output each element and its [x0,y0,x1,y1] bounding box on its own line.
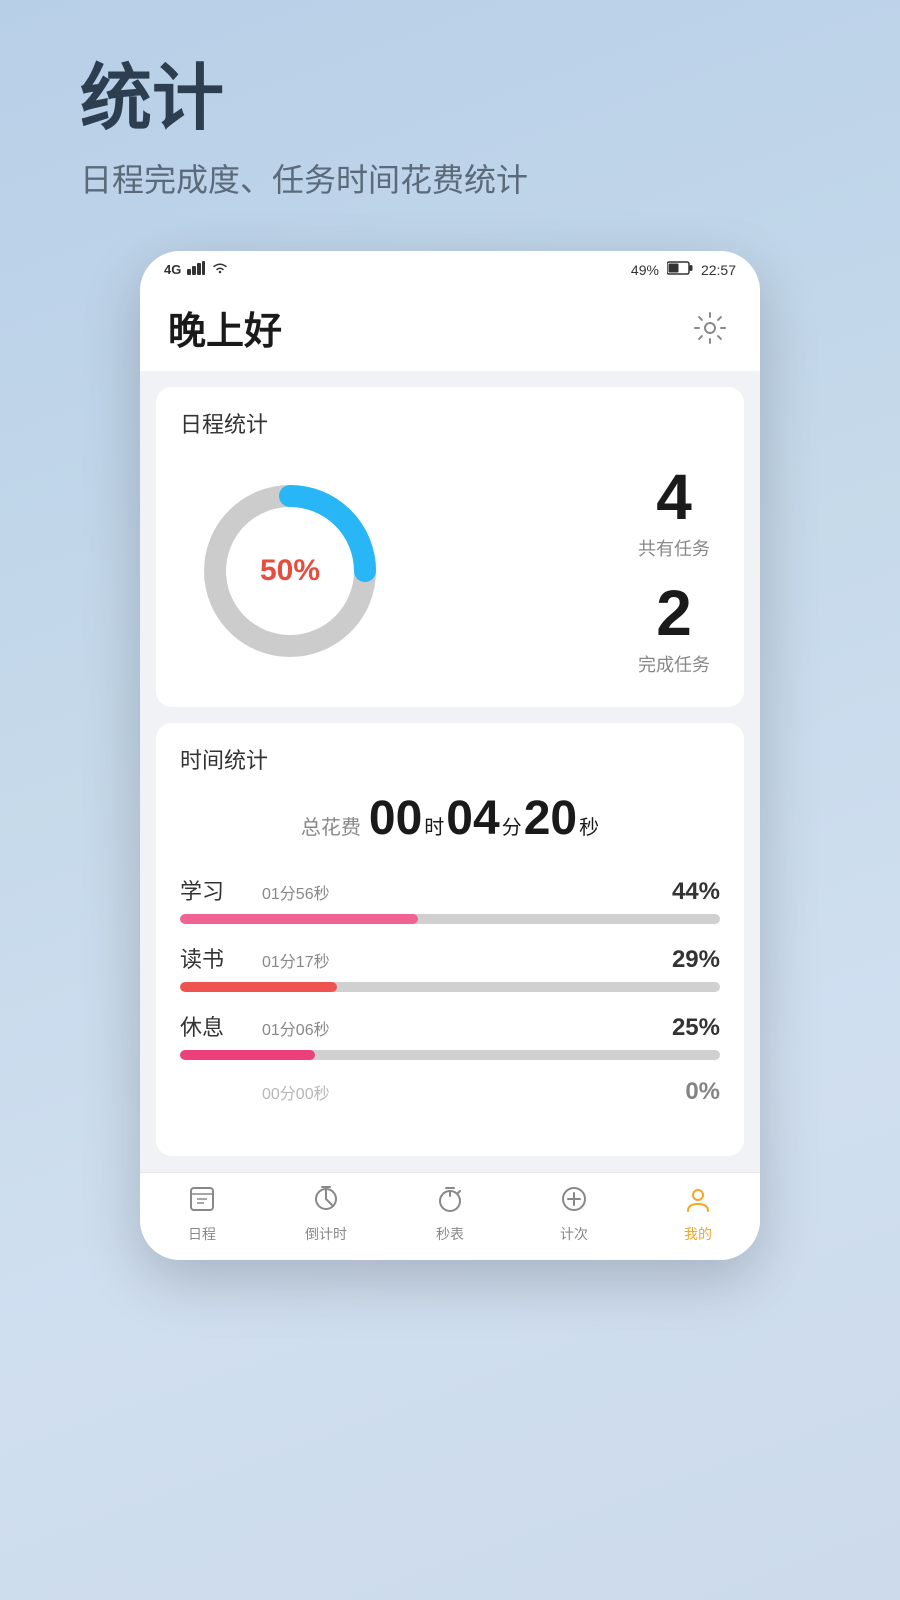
bg-sub-title: 日程完成度、任务时间花费统计 [80,155,820,201]
wifi-icon [211,261,229,278]
category-time-1: 01分17秒 [262,948,660,972]
app-header: 晚上好 [140,284,760,371]
total-tasks-number: 4 [638,465,710,529]
category-header-2: 休息 01分06秒 25% [180,1010,720,1042]
schedule-card-title: 日程统计 [180,407,720,439]
category-name-0: 学习 [180,874,250,906]
category-header-1: 读书 01分17秒 29% [180,942,720,974]
category-name-1: 读书 [180,942,250,974]
progress-fill-0 [180,914,418,924]
nav-item-stopwatch[interactable]: 秒表 [410,1185,490,1244]
progress-bg-2 [180,1050,720,1060]
category-row-1: 读书 01分17秒 29% [180,942,720,992]
battery-percentage: 49% [631,262,659,278]
completed-tasks-number: 2 [638,581,710,645]
stopwatch-nav-icon [436,1185,464,1220]
total-tasks-label: 共有任务 [638,535,710,561]
total-time: 总花费 00 时 04 分 20 秒 [180,791,720,846]
category-header-0: 学习 01分56秒 44% [180,874,720,906]
donut-chart: 50% [190,471,390,671]
stats-numbers: 4 共有任务 2 完成任务 [638,465,710,677]
schedule-stats: 50% 4 共有任务 2 完成任务 [180,455,720,687]
category-row-partial: 00分00秒 0% [180,1078,720,1118]
phone-frame: 4G 49% [140,251,760,1260]
nav-label-schedule: 日程 [188,1224,216,1244]
status-right: 49% 22:57 [631,261,736,278]
time-card-title: 时间统计 [180,743,720,775]
background-title-area: 统计 日程完成度、任务时间花费统计 [0,0,900,241]
time-card: 时间统计 总花费 00 时 04 分 20 秒 学习 01分56秒 44% [156,723,744,1156]
category-pct-2: 25% [672,1014,720,1042]
seconds-value: 20 [524,791,577,846]
nav-label-mine: 我的 [684,1224,712,1244]
category-time-2: 01分06秒 [262,1016,660,1040]
counter-nav-icon [560,1185,588,1220]
status-bar: 4G 49% [140,251,760,284]
nav-item-countdown[interactable]: 倒计时 [286,1185,366,1244]
mine-nav-icon [684,1185,712,1220]
category-pct-0: 44% [672,878,720,906]
bg-main-title: 统计 [80,60,820,139]
completed-tasks-label: 完成任务 [638,651,710,677]
completed-tasks-stat: 2 完成任务 [638,581,710,677]
time-display: 22:57 [701,262,736,278]
minutes-value: 04 [446,791,499,846]
total-tasks-stat: 4 共有任务 [638,465,710,561]
category-time-0: 01分56秒 [262,880,660,904]
schedule-card: 日程统计 50% 4 共有任务 [156,387,744,707]
greeting-text: 晚上好 [168,300,282,355]
category-pct-partial: 0% [685,1078,720,1106]
donut-percentage: 50% [260,554,320,588]
nav-item-counter[interactable]: 计次 [534,1185,614,1244]
nav-label-counter: 计次 [560,1224,588,1244]
content-area: 日程统计 50% 4 共有任务 [140,371,760,1172]
seconds-unit: 秒 [579,811,599,840]
nav-item-schedule[interactable]: 日程 [162,1185,242,1244]
category-time-partial: 00分00秒 [262,1080,673,1104]
total-label: 总花费 [301,811,361,840]
category-header-partial: 00分00秒 0% [180,1078,720,1106]
minutes-unit: 分 [502,811,522,840]
signal-bars-icon [187,261,205,278]
bottom-nav: 日程 倒计时 秒表 [140,1172,760,1260]
status-left: 4G [164,261,229,278]
hours-value: 00 [369,791,422,846]
category-row-0: 学习 01分56秒 44% [180,874,720,924]
settings-icon[interactable] [688,306,732,350]
hours-unit: 时 [424,811,444,840]
category-name-2: 休息 [180,1010,250,1042]
progress-bg-0 [180,914,720,924]
battery-icon [667,261,693,278]
countdown-nav-icon [312,1185,340,1220]
signal-icon: 4G [164,262,181,277]
progress-fill-2 [180,1050,315,1060]
category-row-2: 休息 01分06秒 25% [180,1010,720,1060]
nav-label-countdown: 倒计时 [305,1224,347,1244]
nav-item-mine[interactable]: 我的 [658,1185,738,1244]
progress-bg-1 [180,982,720,992]
schedule-nav-icon [188,1185,216,1220]
nav-label-stopwatch: 秒表 [436,1224,464,1244]
progress-fill-1 [180,982,337,992]
category-pct-1: 29% [672,946,720,974]
